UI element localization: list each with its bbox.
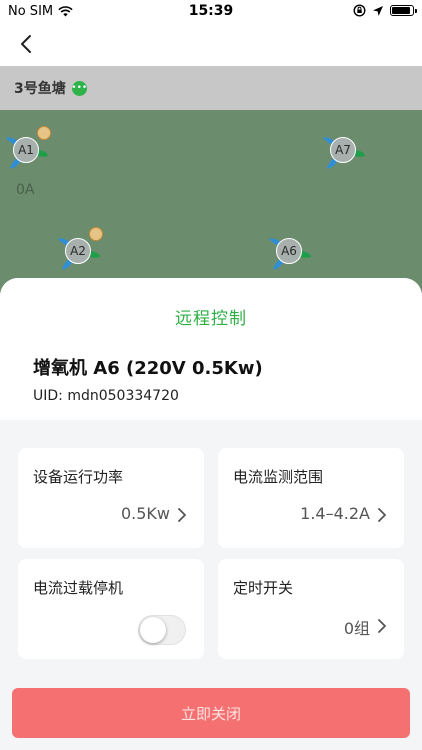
location-icon [373,5,383,16]
chevron-left-icon [21,35,31,53]
chevron-right-icon [178,508,186,522]
overload-stop-label: 电流过载停机 [33,579,124,597]
battery-fill [392,7,410,14]
power-card[interactable]: 设备运行功率 0.5Kw [18,448,204,548]
battery-icon [390,5,417,16]
pond-title: 3号鱼塘 [14,81,66,97]
orientation-lock-icon [353,4,366,17]
status-right [353,4,417,17]
close-now-button[interactable]: 立即关闭 [12,688,410,738]
aerator-label: A2 [65,238,91,264]
device-uid: UID: mdn050334720 [33,388,179,404]
aerator-a7[interactable]: A7 [317,124,369,176]
device-name: 增氧机 A6 (220V 0.5Kw) [33,358,263,379]
aerator-a6[interactable]: A6 [263,225,315,277]
timer-switch-card[interactable]: 定时开关 0组 [218,559,404,659]
aerator-label: A1 [13,137,39,163]
aerator-current: 0A [16,182,35,198]
pond-header: 3号鱼塘 ••• [0,66,422,110]
aerator-label: A6 [276,238,302,264]
chevron-right-icon [378,508,386,522]
current-range-value: 1.4–4.2A [300,504,370,523]
sheet-title: 远程控制 [175,309,247,329]
timer-clock-icon [89,227,103,241]
sheet-header: 远程控制 增氧机 A6 (220V 0.5Kw) UID: mdn0503347… [0,278,422,420]
timer-switch-label: 定时开关 [233,579,294,597]
chevron-right-icon [378,619,386,633]
timer-clock-icon [37,126,51,140]
current-range-card[interactable]: 电流监测范围 1.4–4.2A [218,448,404,548]
aerator-label: A7 [330,137,356,163]
power-value: 0.5Kw [120,504,170,523]
back-button[interactable] [12,30,40,58]
power-label: 设备运行功率 [33,468,124,486]
nav-bar [0,22,422,66]
remote-control-sheet: 远程控制 增氧机 A6 (220V 0.5Kw) UID: mdn0503347… [0,278,422,750]
timer-switch-value: 0组 [343,619,370,638]
toggle-knob [140,617,166,643]
more-dots-icon[interactable]: ••• [71,80,87,96]
current-range-label: 电流监测范围 [233,468,324,486]
status-bar: No SIM 15:39 [0,0,422,22]
overload-stop-toggle[interactable] [138,615,186,645]
overload-stop-card: 电流过载停机 [18,559,204,659]
